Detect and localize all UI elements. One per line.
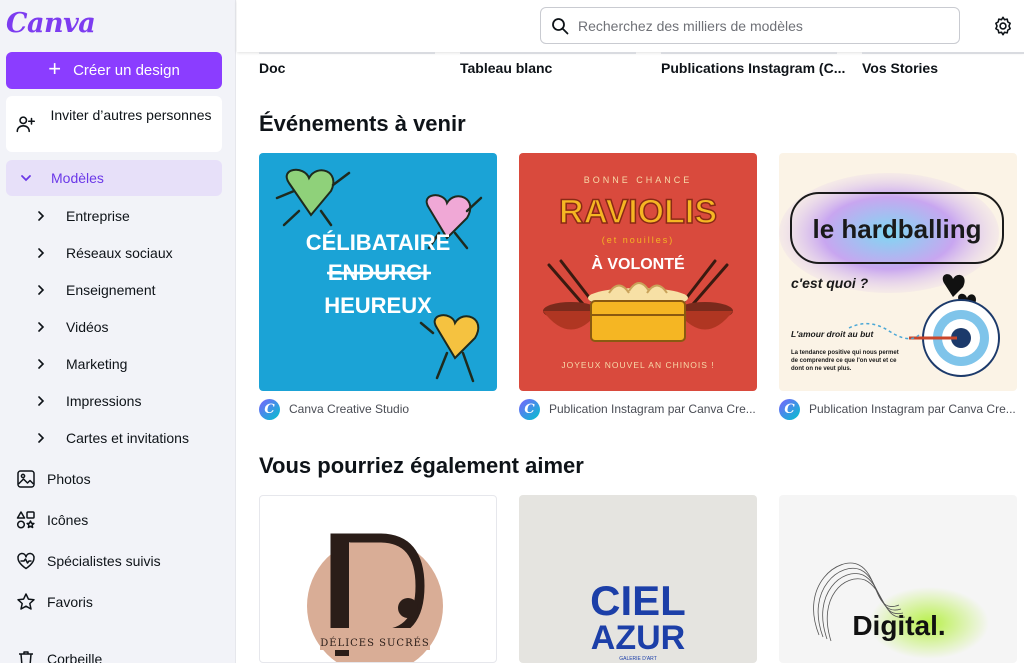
trash-icon xyxy=(19,651,33,663)
chevron-down-icon xyxy=(21,175,31,182)
chevron-right-icon xyxy=(38,359,45,369)
category-thumb-edge xyxy=(862,52,1024,54)
template-illustration: le hardballing c'est quoi ? L'amour droi… xyxy=(779,173,1004,377)
template-meta[interactable]: C Publication Instagram par Canva Cre... xyxy=(779,398,1017,420)
section-title-recommended: Vous pourriez également aimer xyxy=(259,453,584,478)
card-text: RAVIOLIS xyxy=(559,193,717,231)
card-text: HEUREUX xyxy=(324,293,432,318)
sidebar: Canva + Créer un design Inviter d’autres… xyxy=(0,0,236,663)
template-author: Publication Instagram par Canva Cre... xyxy=(809,402,1016,416)
sidebar-subitem-label: Enseignement xyxy=(66,282,156,298)
sidebar-subitem-print[interactable]: Impressions xyxy=(6,386,222,416)
template-meta[interactable]: C Canva Creative Studio xyxy=(259,398,497,420)
template-card-ciel-azur[interactable]: CIEL AZUR GALERIE D'ART xyxy=(519,495,757,663)
template-author: Canva Creative Studio xyxy=(289,402,410,416)
template-illustration: CÉLIBATAIRE ENDURCI HEUREUX xyxy=(275,168,483,383)
plus-icon: + xyxy=(48,56,62,81)
canva-avatar-icon: C xyxy=(259,398,280,420)
sidebar-subitem-label: Vidéos xyxy=(66,319,109,335)
chevron-right-icon xyxy=(38,322,45,332)
card-text: (et nouilles) xyxy=(602,235,675,245)
category-thumb-edge xyxy=(259,52,435,54)
sidebar-item-photos[interactable]: Photos xyxy=(6,462,222,496)
chevron-right-icon xyxy=(38,433,45,443)
sidebar-item-label: Spécialistes suivis xyxy=(47,553,161,569)
template-card-celibataire[interactable]: CÉLIBATAIRE ENDURCI HEUREUX xyxy=(259,153,497,391)
image-icon xyxy=(17,470,35,488)
card-text: À VOLONTÉ xyxy=(591,254,685,273)
chevron-right-icon xyxy=(38,211,45,221)
sidebar-subitem-label: Entreprise xyxy=(66,208,130,224)
shapes-icon xyxy=(16,511,35,529)
card-text: La tendance positive qui nous permet de … xyxy=(791,350,899,372)
template-card-delices[interactable]: DÉLICES SUCRÉS xyxy=(259,495,497,663)
heart-pulse-icon xyxy=(17,552,35,570)
create-design-label: Créer un design xyxy=(73,62,180,79)
sidebar-item-label: Corbeille xyxy=(47,651,103,663)
sidebar-subitem-label: Réseaux sociaux xyxy=(66,245,173,261)
section-title-events: Événements à venir xyxy=(259,111,466,136)
chevron-right-icon xyxy=(38,396,45,406)
template-illustration: CIEL AZUR GALERIE D'ART xyxy=(590,577,686,662)
template-illustration: DÉLICES SUCRÉS xyxy=(307,533,443,662)
sidebar-subitem-marketing[interactable]: Marketing xyxy=(6,349,222,379)
category-whiteboard[interactable]: Tableau blanc xyxy=(460,60,552,76)
sidebar-item-followed[interactable]: Spécialistes suivis xyxy=(6,544,222,578)
sidebar-item-label: Favoris xyxy=(47,594,93,610)
search-icon xyxy=(552,17,569,34)
sidebar-subitem-entreprise[interactable]: Entreprise xyxy=(6,201,222,231)
star-icon xyxy=(17,593,35,610)
add-people-icon xyxy=(16,116,36,133)
chevron-right-icon xyxy=(38,248,45,258)
card-text: JOYEUX NOUVEL AN CHINOIS ! xyxy=(561,360,714,370)
category-thumb-edge xyxy=(460,52,636,54)
template-card-digital[interactable]: Digital. xyxy=(779,495,1017,663)
sidebar-subitem-label: Cartes et invitations xyxy=(66,430,189,446)
sidebar-subitem-videos[interactable]: Vidéos xyxy=(6,312,222,342)
card-text: CIEL xyxy=(590,577,686,624)
card-text: GALERIE D'ART xyxy=(619,656,657,662)
template-meta[interactable]: C Publication Instagram par Canva Cre... xyxy=(519,398,757,420)
category-thumb-edge xyxy=(661,52,837,54)
gear-icon[interactable] xyxy=(992,15,1014,37)
sidebar-item-label: Photos xyxy=(47,471,91,487)
sidebar-item-label: Modèles xyxy=(51,170,104,186)
category-stories[interactable]: Vos Stories xyxy=(862,60,938,76)
card-text: DÉLICES SUCRÉS xyxy=(320,637,430,649)
canva-logo[interactable]: Canva xyxy=(6,8,96,39)
chevron-right-icon xyxy=(38,285,45,295)
sidebar-subitem-cards[interactable]: Cartes et invitations xyxy=(6,423,222,453)
sidebar-item-favorites[interactable]: Favoris xyxy=(6,585,222,619)
invite-people-button[interactable]: Inviter d’autres personnes xyxy=(6,96,222,152)
search-bar[interactable] xyxy=(540,7,960,44)
template-illustration: Digital. xyxy=(813,562,989,659)
template-illustration: BONNE CHANCE RAVIOLIS (et nouilles) À VO… xyxy=(543,175,733,370)
card-text: L'amour droit au but xyxy=(791,329,874,339)
sidebar-item-trash[interactable]: Corbeille xyxy=(6,642,222,663)
sidebar-item-icons[interactable]: Icônes xyxy=(6,503,222,537)
search-input[interactable] xyxy=(578,17,938,34)
template-card-raviolis[interactable]: BONNE CHANCE RAVIOLIS (et nouilles) À VO… xyxy=(519,153,757,391)
category-instagram-posts[interactable]: Publications Instagram (C... xyxy=(661,60,845,76)
top-bar xyxy=(237,0,1024,52)
sidebar-subitem-education[interactable]: Enseignement xyxy=(6,275,222,305)
sidebar-subitem-label: Marketing xyxy=(66,356,128,372)
sidebar-item-label: Icônes xyxy=(47,512,89,528)
card-text: BONNE CHANCE xyxy=(584,175,693,185)
sidebar-subitem-social[interactable]: Réseaux sociaux xyxy=(6,238,222,268)
card-text: le hardballing xyxy=(812,214,981,244)
canva-avatar-icon: C xyxy=(779,398,800,420)
card-text: Digital. xyxy=(852,610,945,641)
sidebar-item-models[interactable]: Modèles xyxy=(6,160,222,196)
template-author: Publication Instagram par Canva Cre... xyxy=(549,402,756,416)
template-card-hardballing[interactable]: le hardballing c'est quoi ? L'amour droi… xyxy=(779,153,1017,391)
card-text: CÉLIBATAIRE xyxy=(306,230,451,255)
sidebar-subitem-label: Impressions xyxy=(66,393,142,409)
category-doc[interactable]: Doc xyxy=(259,60,285,76)
card-text: AZUR xyxy=(591,619,685,657)
invite-label: Inviter d’autres personnes xyxy=(50,107,212,123)
create-design-button[interactable]: + Créer un design xyxy=(6,52,222,89)
card-text: c'est quoi ? xyxy=(791,275,869,291)
canva-avatar-icon: C xyxy=(519,398,540,420)
